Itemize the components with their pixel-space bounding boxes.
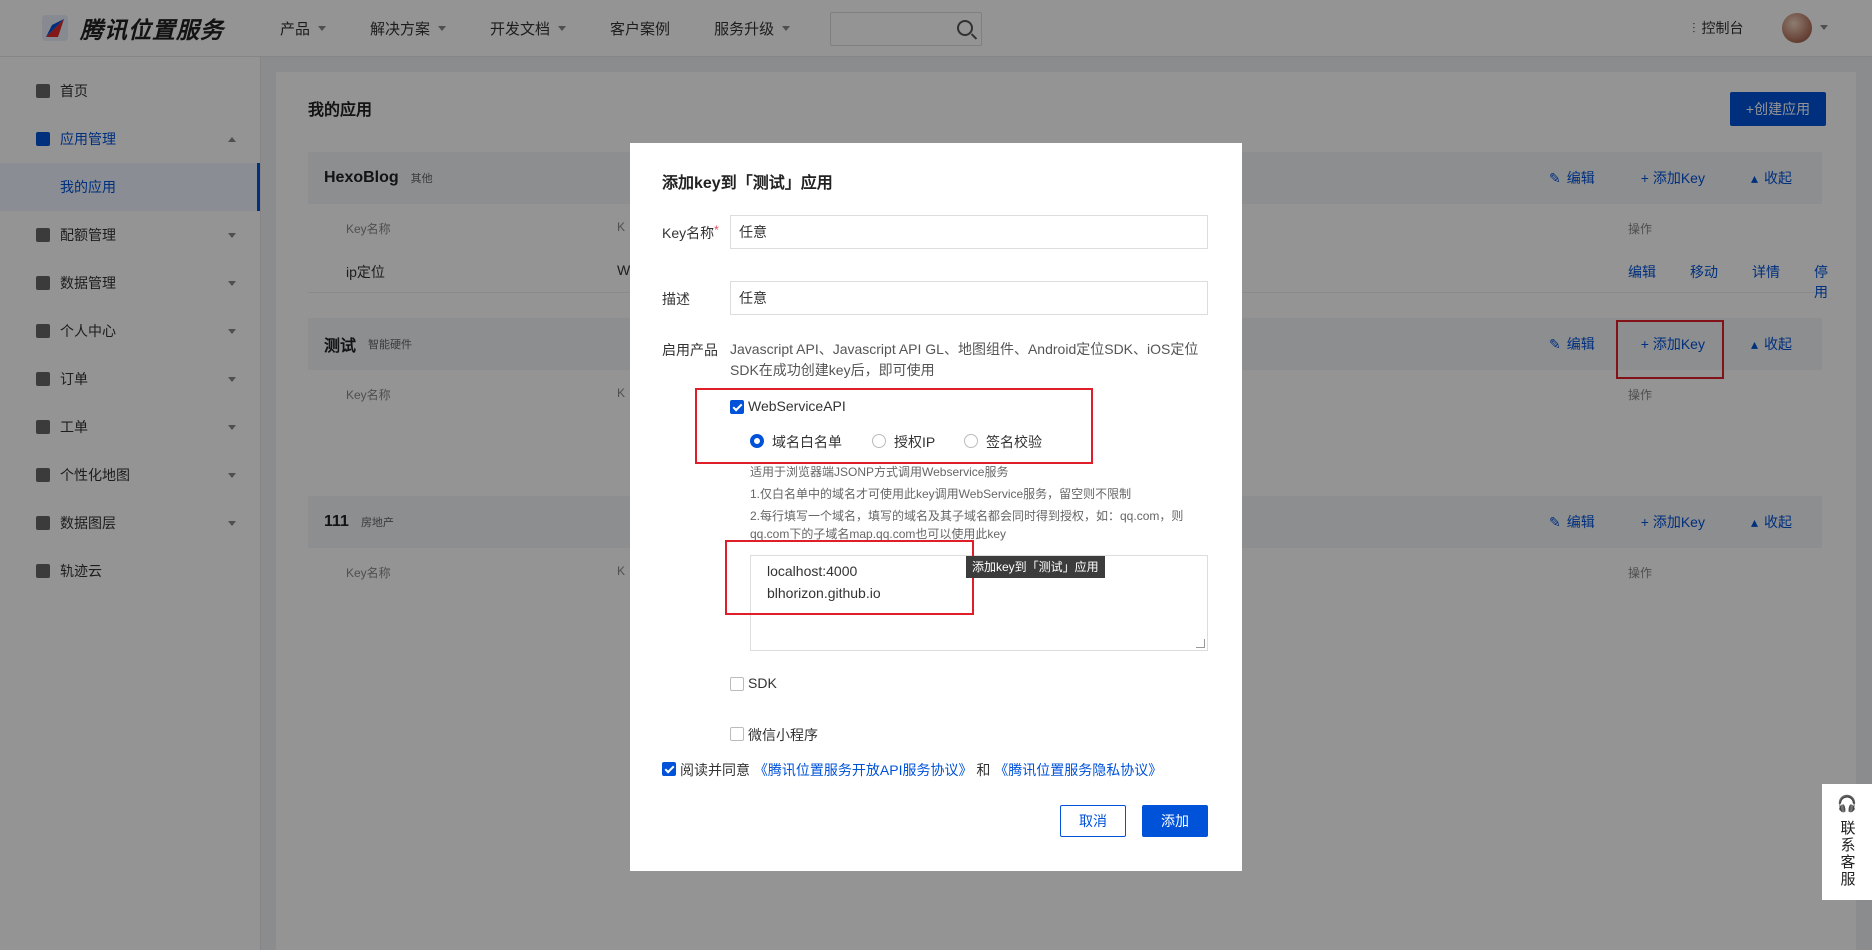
add-key-dialog: 添加key到「测试」应用 Key名称* 任意 描述 任意 启用产品 Javasc…: [630, 143, 1242, 871]
agree-checkbox[interactable]: [662, 762, 676, 776]
cancel-button[interactable]: 取消: [1060, 805, 1126, 837]
highlight-box: [695, 388, 1093, 464]
highlight-box: [725, 540, 974, 615]
hint-line: 1.仅白名单中的域名才可使用此key调用WebService服务，留空则不限制: [750, 487, 1132, 501]
add-button[interactable]: 添加: [1142, 805, 1208, 837]
hint-line: 适用于浏览器端JSONP方式调用Webservice服务: [750, 465, 1009, 479]
hint-line: 2.每行填写一个域名，填写的域名及其子域名都会同时得到授权，如：qq.com，则…: [750, 509, 1184, 541]
sdk-label: SDK: [748, 675, 777, 691]
description-label: 描述: [662, 291, 690, 307]
customer-service-widget[interactable]: 🎧 联系客服: [1822, 784, 1872, 900]
products-description: Javascript API、Javascript API GL、地图组件、An…: [730, 341, 1199, 378]
mini-program-label: 微信小程序: [748, 727, 818, 743]
privacy-agreement-link[interactable]: 《腾讯位置服务隐私协议》: [994, 762, 1162, 778]
key-name-input[interactable]: 任意: [730, 215, 1208, 249]
key-name-label: Key名称*: [662, 223, 719, 241]
dialog-title: 添加key到「测试」应用: [662, 175, 833, 192]
products-label: 启用产品: [662, 342, 718, 358]
required-mark: *: [714, 223, 719, 237]
api-agreement-link[interactable]: 《腾讯位置服务开放API服务协议》: [754, 762, 973, 778]
description-input[interactable]: 任意: [730, 281, 1208, 315]
mini-program-checkbox[interactable]: [730, 727, 744, 741]
agree-text: 阅读并同意 《腾讯位置服务开放API服务协议》 和 《腾讯位置服务隐私协议》: [680, 762, 1163, 778]
sdk-checkbox[interactable]: [730, 677, 744, 691]
tooltip: 添加key到「测试」应用: [966, 556, 1105, 578]
resize-handle-icon[interactable]: [1196, 639, 1205, 648]
headset-icon: 🎧: [1837, 796, 1857, 813]
